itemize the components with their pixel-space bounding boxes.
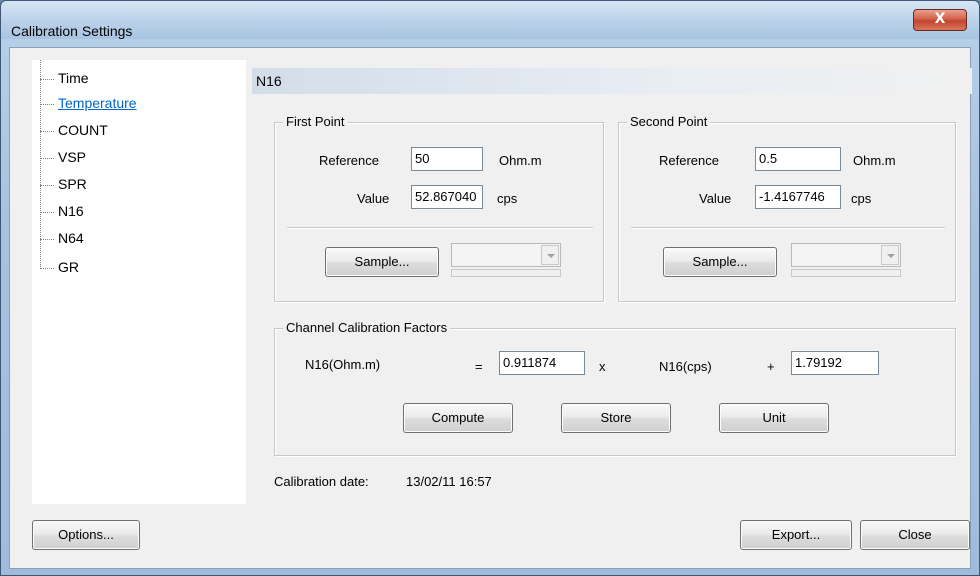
second-point-title: Second Point [627, 114, 711, 129]
offset-input[interactable]: 1.79192 [791, 351, 879, 375]
calibration-date-label: Calibration date: [274, 474, 369, 489]
close-icon: X [934, 11, 946, 27]
channel-tree: Time Temperature COUNT VSP SPR N16 N64 G… [32, 60, 246, 504]
tree-item-time[interactable]: Time [32, 66, 232, 92]
calibration-date-value: 13/02/11 16:57 [406, 474, 492, 489]
first-point-group: First Point Reference 50 Ohm.m Value 52.… [274, 114, 604, 302]
options-button[interactable]: Options... [32, 520, 140, 550]
lhs-channel-label: N16(Ohm.m) [305, 357, 381, 372]
tree-item-vsp[interactable]: VSP [32, 145, 232, 171]
first-value-input[interactable]: 52.867040 [411, 185, 483, 209]
title-bar[interactable]: Calibration Settings X [1, 1, 979, 39]
tree-item-n16[interactable]: N16 [32, 199, 232, 225]
tree-item-count[interactable]: COUNT [32, 118, 232, 144]
close-button[interactable]: Close [860, 520, 970, 550]
calibration-settings-window: Calibration Settings X Time Temperature … [0, 0, 980, 576]
multiplier-input[interactable]: 0.911874 [499, 351, 585, 375]
tree-item-label: VSP [58, 149, 87, 165]
tree-item-label: N16 [58, 203, 84, 219]
second-sample-button[interactable]: Sample... [663, 247, 777, 277]
tree-item-label: GR [58, 259, 79, 275]
first-sample-progress [451, 269, 561, 277]
channel-calibration-factors-group: Channel Calibration Factors N16(Ohm.m) =… [274, 320, 956, 456]
first-sample-dropdown[interactable] [451, 243, 561, 267]
window-close-button[interactable]: X [913, 9, 967, 31]
panel-header: N16 [252, 68, 972, 94]
second-point-group: Second Point Reference 0.5 Ohm.m Value -… [618, 114, 956, 302]
store-button[interactable]: Store [561, 403, 671, 433]
tree-item-label: COUNT [58, 122, 108, 138]
plus-sign: + [767, 359, 775, 374]
dialog-client-area: Time Temperature COUNT VSP SPR N16 N64 G… [9, 47, 972, 569]
tree-item-label: Time [58, 70, 89, 86]
first-reference-label: Reference [319, 153, 379, 168]
first-value-label: Value [357, 191, 390, 206]
window-title: Calibration Settings [11, 23, 133, 39]
tree-item-label: Temperature [58, 95, 137, 111]
tree-item-gr[interactable]: GR [32, 255, 232, 281]
second-reference-label: Reference [659, 153, 719, 168]
factors-title: Channel Calibration Factors [283, 320, 451, 335]
tree-item-spr[interactable]: SPR [32, 172, 232, 198]
second-value-label: Value [699, 191, 732, 206]
second-value-input[interactable]: -1.4167746 [755, 185, 841, 209]
rhs-channel-label: N16(cps) [659, 359, 712, 374]
tree-item-n64[interactable]: N64 [32, 226, 232, 252]
second-point-separator [631, 227, 945, 229]
chevron-down-icon [881, 245, 899, 265]
chevron-down-icon [541, 245, 559, 265]
panel-title: N16 [256, 73, 282, 89]
tree-item-temperature[interactable]: Temperature [32, 91, 232, 117]
second-reference-input[interactable]: 0.5 [755, 147, 841, 171]
second-reference-unit: Ohm.m [853, 153, 896, 168]
tree-item-label: SPR [58, 176, 87, 192]
first-reference-unit: Ohm.m [499, 153, 542, 168]
times-sign: x [599, 359, 606, 374]
first-sample-button[interactable]: Sample... [325, 247, 439, 277]
first-point-title: First Point [283, 114, 348, 129]
unit-button[interactable]: Unit [719, 403, 829, 433]
first-point-separator [287, 227, 593, 229]
equals-sign: = [475, 359, 483, 374]
tree-item-label: N64 [58, 230, 84, 246]
second-sample-dropdown[interactable] [791, 243, 901, 267]
second-value-unit: cps [851, 191, 872, 206]
export-button[interactable]: Export... [740, 520, 852, 550]
first-reference-input[interactable]: 50 [411, 147, 483, 171]
first-value-unit: cps [497, 191, 518, 206]
second-sample-progress [791, 269, 901, 277]
compute-button[interactable]: Compute [403, 403, 513, 433]
